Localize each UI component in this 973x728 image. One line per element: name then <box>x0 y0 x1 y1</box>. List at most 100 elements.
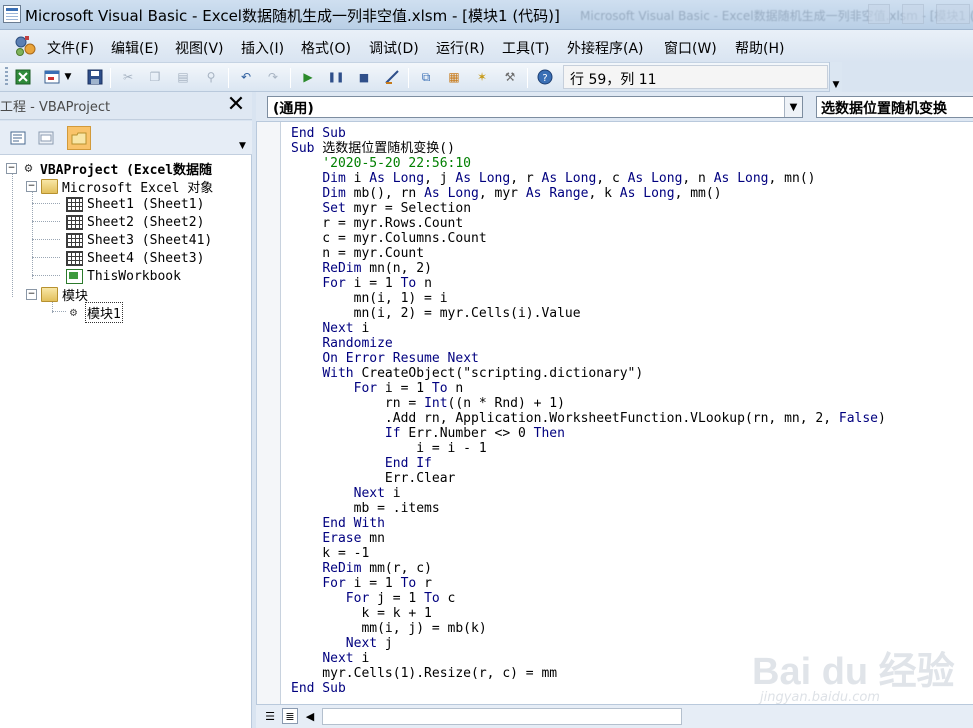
tree-node-sheet3[interactable]: Sheet3 (Sheet41) <box>66 231 212 249</box>
tree-node-sheet4[interactable]: Sheet4 (Sheet3) <box>66 249 204 267</box>
workbook-icon <box>66 268 83 284</box>
toolbox-icon[interactable]: ⚒ <box>501 68 519 86</box>
tree-node-excel-objects[interactable]: − Microsoft Excel 对象 <box>26 177 213 196</box>
toolbar-separator <box>527 68 528 88</box>
menu-insert[interactable]: 插入(I) <box>241 38 284 58</box>
collapse-icon[interactable]: − <box>6 162 17 174</box>
menu-addins[interactable]: 外接程序(A) <box>567 38 644 58</box>
code-line: Randomize <box>322 336 393 351</box>
tree-node-modules[interactable]: − 模块 <box>26 285 88 304</box>
procedure-dropdown-value: 选数据位置随机变换 <box>821 101 947 117</box>
project-explorer-icon[interactable]: ⧉ <box>417 68 435 86</box>
collapse-icon[interactable]: − <box>26 288 37 300</box>
view-object-icon[interactable] <box>34 126 58 150</box>
toolbar-overflow-chevron-icon[interactable]: ▼ <box>829 62 842 92</box>
break-icon[interactable]: ❚❚ <box>327 68 345 86</box>
code-lines: End Sub Sub 选数据位置随机变换() '2020-5-20 22:56:… <box>291 126 886 696</box>
copy-icon[interactable]: ❐ <box>146 68 164 86</box>
collapse-icon[interactable]: − <box>26 180 37 192</box>
close-pane-icon[interactable]: ✕ <box>224 94 248 116</box>
code-line: Sub 选数据位置随机变换() <box>291 141 455 156</box>
procedure-view-icon[interactable]: ☰ <box>262 708 278 724</box>
toolbar-grip[interactable] <box>5 67 8 87</box>
code-line: rn = Int((n * Rnd) + 1) <box>291 396 565 411</box>
tree-node-thisworkbook[interactable]: ThisWorkbook <box>66 267 181 285</box>
menu-view[interactable]: 视图(V) <box>175 38 224 58</box>
run-icon[interactable]: ▶ <box>299 68 317 86</box>
save-icon[interactable] <box>86 68 104 86</box>
menu-run[interactable]: 运行(R) <box>436 38 485 58</box>
menu-debug[interactable]: 调试(D) <box>369 38 419 58</box>
tree-node-sheet2[interactable]: Sheet2 (Sheet2) <box>66 213 204 231</box>
menu-bar: 文件(F) 编辑(E) 视图(V) 插入(I) 格式(O) 调试(D) 运行(R… <box>0 30 973 62</box>
redo-icon[interactable]: ↷ <box>264 68 282 86</box>
insert-dropdown-arrow-icon[interactable]: ▼ <box>63 68 73 86</box>
tree-node-module1[interactable]: ⚙ 模块1 <box>66 301 123 323</box>
menu-format[interactable]: 格式(O) <box>301 38 351 58</box>
design-mode-icon[interactable] <box>383 68 401 86</box>
menu-edit[interactable]: 编辑(E) <box>111 38 159 58</box>
tree-label: 模块1 <box>85 301 123 323</box>
code-margin-indicator-bar[interactable] <box>257 122 281 704</box>
undo-icon[interactable]: ↶ <box>237 68 255 86</box>
cursor-position-readout: 行 59，列 11 <box>563 65 828 89</box>
tree-label: Sheet1 (Sheet1) <box>87 196 205 212</box>
project-tree: − ⚙ VBAProject (Excel数据随 − Microsoft Exc… <box>0 155 252 728</box>
worksheet-icon <box>66 232 83 248</box>
vba-logo-icon[interactable] <box>12 33 38 59</box>
code-line: Next i <box>353 486 401 501</box>
scroll-left-icon[interactable]: ◀ <box>302 708 318 724</box>
find-icon[interactable]: ⚲ <box>202 68 220 86</box>
tree-node-sheet1[interactable]: Sheet1 (Sheet1) <box>66 195 204 213</box>
reset-icon[interactable]: ■ <box>355 68 373 86</box>
toggle-folders-icon[interactable] <box>67 126 91 150</box>
code-line: For j = 1 To c <box>345 591 456 606</box>
object-dropdown[interactable]: (通用) ▼ <box>267 96 803 118</box>
code-line: mb = .items <box>291 501 440 516</box>
maximize-button[interactable] <box>902 4 924 24</box>
menu-file[interactable]: 文件(F) <box>47 38 94 58</box>
window-title: Microsoft Visual Basic - Excel数据随机生成一列非空… <box>25 7 560 25</box>
view-excel-icon[interactable] <box>14 68 32 86</box>
insert-userform-icon[interactable] <box>43 68 61 86</box>
minimize-button[interactable] <box>868 4 890 24</box>
code-line: n = myr.Count <box>291 246 425 261</box>
tree-label: VBAProject (Excel数据随 <box>40 162 213 178</box>
menu-help[interactable]: 帮助(H) <box>735 38 784 58</box>
worksheet-icon <box>66 214 83 230</box>
full-module-view-icon[interactable]: ≣ <box>282 708 298 724</box>
properties-window-icon[interactable]: ▦ <box>445 68 463 86</box>
menu-window[interactable]: 窗口(W) <box>664 38 717 58</box>
code-line: End With <box>322 516 385 531</box>
code-window-header: (通用) ▼ 选数据位置随机变换 <box>256 92 973 122</box>
toolbar-separator <box>408 68 409 88</box>
chevron-down-icon[interactable]: ▼ <box>784 97 802 117</box>
code-line: mn(i, 2) = myr.Cells(i).Value <box>291 306 581 321</box>
vbaproject-icon: ⚙ <box>24 160 33 176</box>
code-line: .Add rn, Application.WorksheetFunction.V… <box>291 411 886 426</box>
code-line: k = -1 <box>291 546 370 561</box>
object-browser-icon[interactable]: ✶ <box>473 68 491 86</box>
menu-tools[interactable]: 工具(T) <box>502 38 549 58</box>
standard-toolbar: ▼ ✂ ❐ ▤ ⚲ ↶ ↷ ▶ ❚❚ ■ ⧉ ▦ ✶ ⚒ ? 行 59，列 11 <box>0 62 842 92</box>
horizontal-scrollbar[interactable] <box>322 708 682 725</box>
toolbar-separator <box>290 68 291 88</box>
cut-icon[interactable]: ✂ <box>119 68 137 86</box>
project-toolbar-overflow-icon[interactable]: ▼ <box>235 121 250 154</box>
code-line: Dim mb(), rn As Long, myr As Range, k As… <box>322 186 722 201</box>
paste-icon[interactable]: ▤ <box>174 68 192 86</box>
help-icon[interactable]: ? <box>536 68 554 86</box>
code-editor[interactable]: End Sub Sub 选数据位置随机变换() '2020-5-20 22:56:… <box>256 122 973 704</box>
project-explorer-title: 工程 - VBAProject <box>0 100 111 115</box>
vba-app-icon[interactable] <box>3 5 21 23</box>
code-line: End Sub <box>291 126 346 141</box>
view-code-icon[interactable] <box>6 126 30 150</box>
code-line: Next i <box>322 321 370 336</box>
svg-text:?: ? <box>542 73 547 84</box>
tree-node-vbaproject[interactable]: − ⚙ VBAProject (Excel数据随 <box>6 159 213 178</box>
title-bar: Microsoft Visual Basic - Excel数据随机生成一列非空… <box>0 0 973 30</box>
close-window-button[interactable] <box>936 4 970 24</box>
project-explorer-header: 工程 - VBAProject ✕ <box>0 92 252 120</box>
procedure-dropdown[interactable]: 选数据位置随机变换 <box>816 96 973 118</box>
code-line: For i = 1 To r <box>322 576 432 591</box>
